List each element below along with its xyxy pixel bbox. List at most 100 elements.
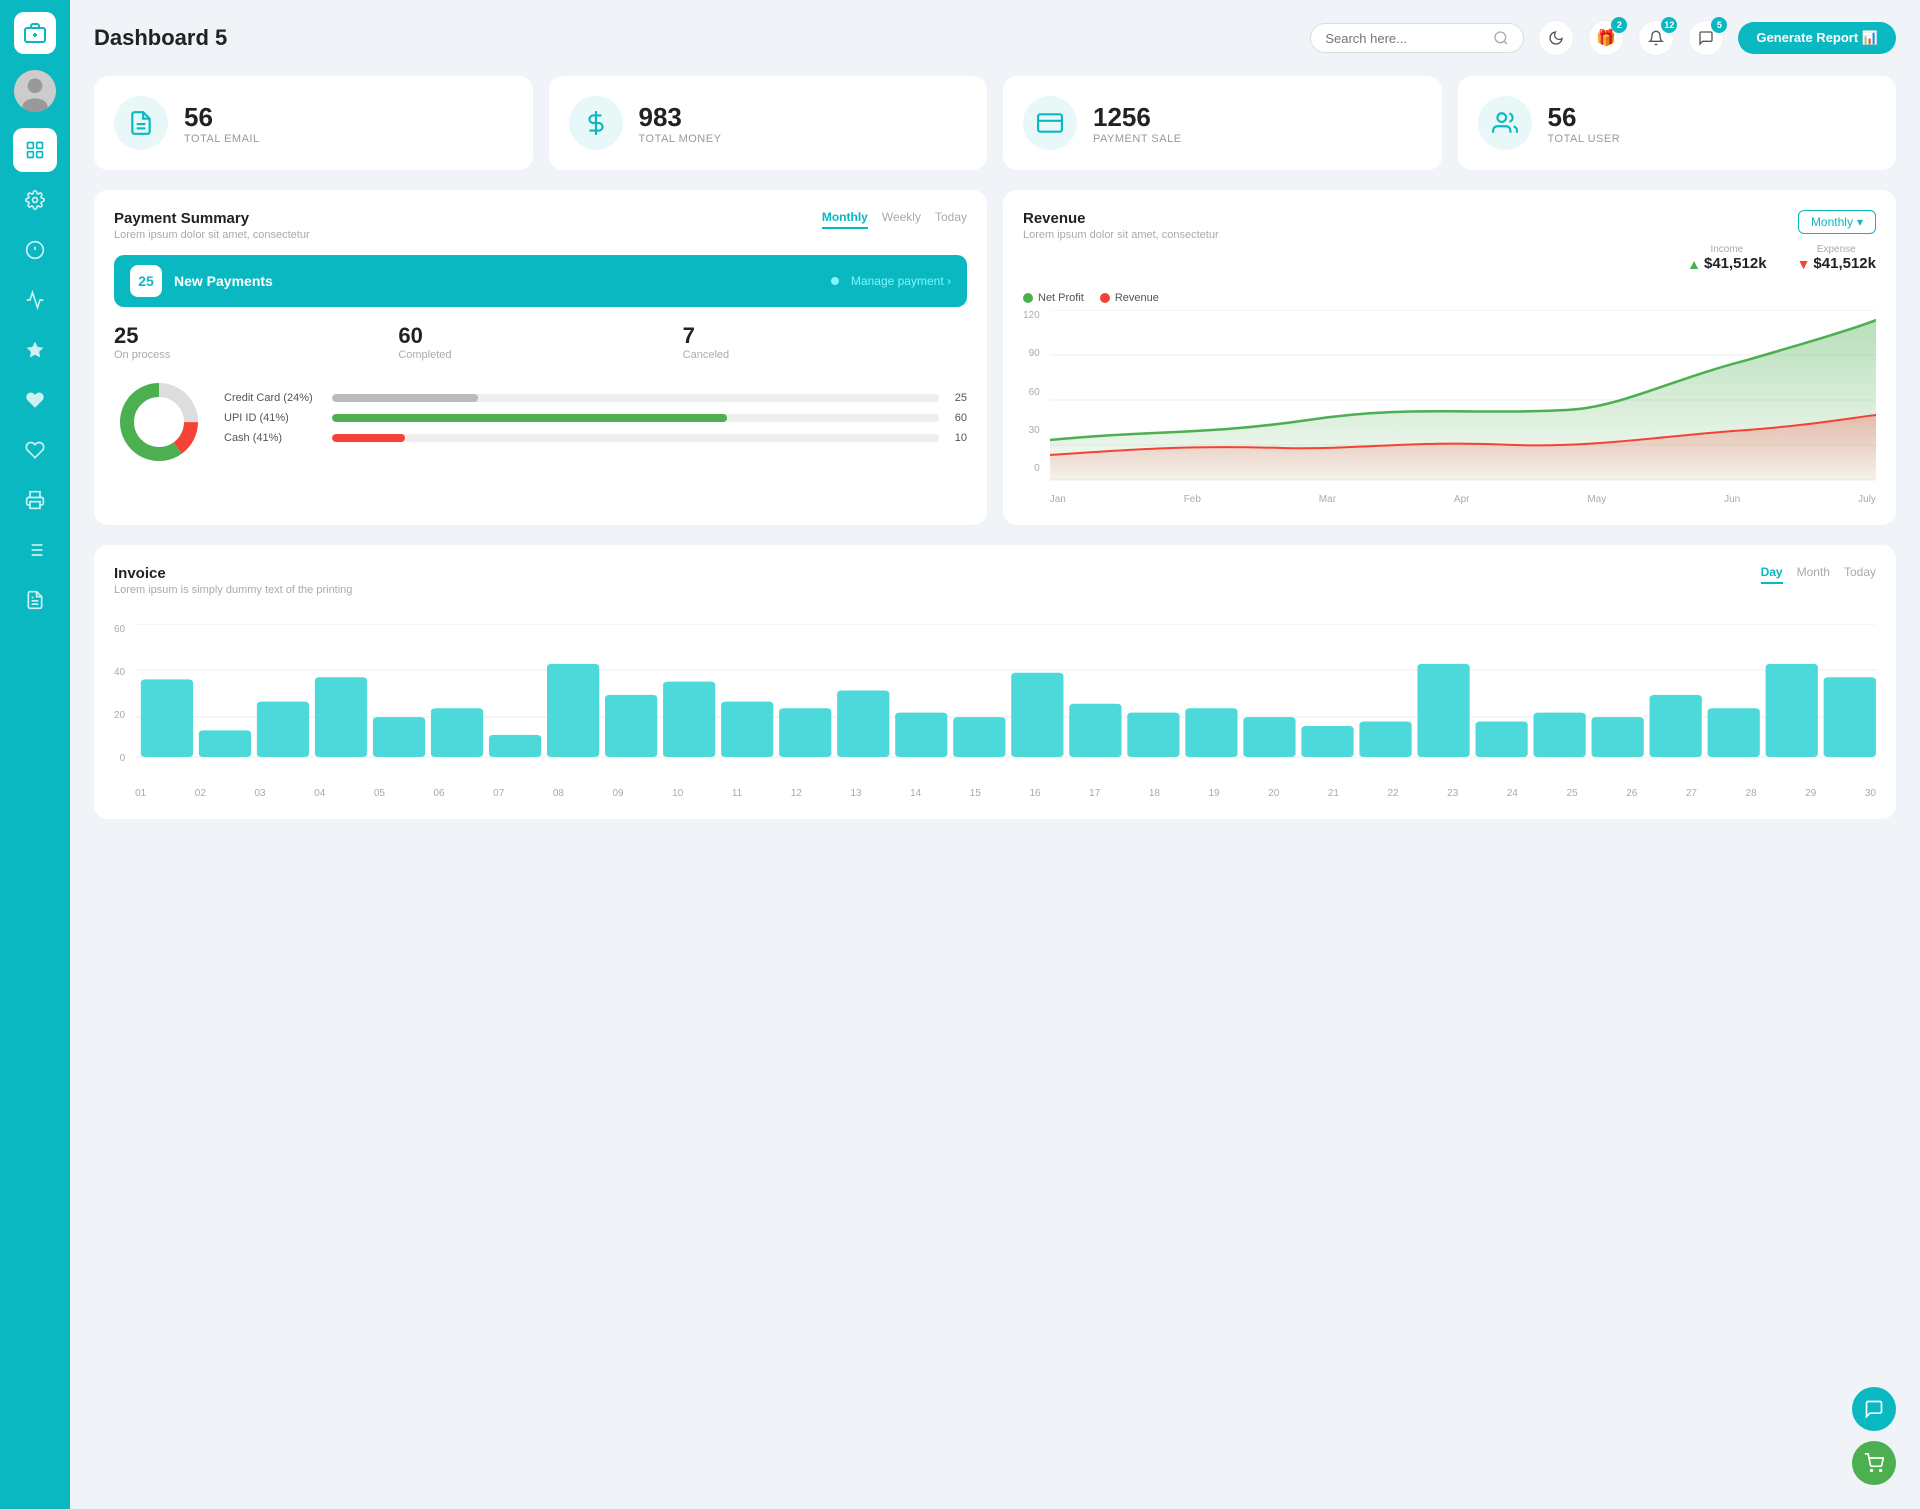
stat-completed: 60 Completed [398,323,682,361]
invoice-chart-container: 60 40 20 0 01020304050607080910111213141… [114,624,1876,799]
search-box[interactable] [1310,23,1524,53]
expense-item: Expense ▼ $41,512k [1797,244,1876,272]
sidebar-item-list[interactable] [13,528,57,572]
payment-summary-tabs: Monthly Weekly Today [822,210,967,229]
bell-btn[interactable]: 12 [1638,20,1674,56]
invoice-tab-month[interactable]: Month [1797,565,1830,584]
revenue-header: Revenue Lorem ipsum dolor sit amet, cons… [1023,210,1876,282]
revenue-subtitle: Lorem ipsum dolor sit amet, consectetur [1023,229,1219,241]
invoice-tab-day[interactable]: Day [1761,565,1783,584]
canceled-value: 7 [683,323,967,349]
chevron-down-icon: ▾ [1857,215,1863,229]
pb-cash-val: 10 [947,432,967,444]
tab-monthly[interactable]: Monthly [822,210,868,229]
invoice-header: Invoice Lorem ipsum is simply dummy text… [114,565,1876,610]
revenue-legend: Net Profit Revenue [1023,292,1876,304]
generate-report-button[interactable]: Generate Report 📊 [1738,22,1896,54]
payment-summary-title: Payment Summary [114,210,310,227]
completed-value: 60 [398,323,682,349]
pb-upi-track [332,414,939,422]
pb-upi-val: 60 [947,412,967,424]
sidebar-item-doc[interactable] [13,578,57,622]
stat-value-payment: 1256 [1093,102,1182,133]
stat-info-user: 56 TOTAL USER [1548,102,1621,145]
email-icon [114,96,168,150]
pb-cash-label: Cash (41%) [224,432,324,444]
user-icon [1478,96,1532,150]
stat-card-money: 983 TOTAL MONEY [549,76,988,170]
gift-badge: 2 [1611,17,1627,33]
stat-card-user: 56 TOTAL USER [1458,76,1897,170]
stat-on-process: 25 On process [114,323,398,361]
donut-row: Credit Card (24%) 25 UPI ID (41%) 60 [114,377,967,467]
revenue-card: Revenue Lorem ipsum dolor sit amet, cons… [1003,190,1896,525]
chat-badge: 5 [1711,17,1727,33]
revenue-label: Revenue [1115,292,1159,304]
page-title: Dashboard 5 [94,25,227,51]
middle-row: Payment Summary Lorem ipsum dolor sit am… [94,190,1896,525]
stat-info-email: 56 TOTAL EMAIL [184,102,260,145]
manage-payment-link[interactable]: Manage payment › [851,274,951,288]
sidebar-item-settings[interactable] [13,178,57,222]
pb-credit-label: Credit Card (24%) [224,392,324,404]
sidebar-item-heart2[interactable] [13,428,57,472]
net-profit-label: Net Profit [1038,292,1084,304]
main-content: Dashboard 5 🎁 2 12 5 Generate Report 📊 [70,0,1920,1509]
invoice-chart: 0102030405060708091011121314151617181920… [135,624,1876,799]
gift-btn[interactable]: 🎁 2 [1588,20,1624,56]
stat-canceled: 7 Canceled [683,323,967,361]
stat-info-payment: 1256 PAYMENT SALE [1093,102,1182,145]
payment-icon [1023,96,1077,150]
sidebar-logo[interactable] [14,12,56,54]
revenue-chart-wrap: 120 90 60 30 0 [1023,310,1876,505]
payment-summary-subtitle: Lorem ipsum dolor sit amet, consectetur [114,229,310,241]
stat-label-user: TOTAL USER [1548,133,1621,145]
invoice-x-axis: 0102030405060708091011121314151617181920… [135,784,1876,799]
stats-row: 56 TOTAL EMAIL 983 TOTAL MONEY 1256 PAYM… [94,76,1896,170]
bell-badge: 12 [1661,17,1677,33]
header: Dashboard 5 🎁 2 12 5 Generate Report 📊 [94,20,1896,56]
search-input[interactable] [1325,31,1485,46]
revenue-monthly-btn[interactable]: Monthly ▾ [1798,210,1876,234]
np-dot [831,277,839,285]
chat-btn[interactable]: 5 [1688,20,1724,56]
canceled-label: Canceled [683,349,967,361]
payment-summary-header: Payment Summary Lorem ipsum dolor sit am… [114,210,967,255]
sidebar-item-heart[interactable] [13,378,57,422]
legend-revenue: Revenue [1100,292,1159,304]
stat-info-money: 983 TOTAL MONEY [639,102,722,145]
theme-toggle-btn[interactable] [1538,20,1574,56]
invoice-y-axis: 60 40 20 0 [114,624,131,784]
sidebar-item-star[interactable] [13,328,57,372]
sidebar-item-print[interactable] [13,478,57,522]
invoice-title: Invoice [114,565,352,582]
user-avatar[interactable] [14,70,56,112]
tab-weekly[interactable]: Weekly [882,210,921,229]
search-icon [1493,30,1509,46]
pb-credit: Credit Card (24%) 25 [224,392,967,404]
stat-value-email: 56 [184,102,260,133]
chat-icon [1698,30,1714,46]
sidebar-item-chart[interactable] [13,278,57,322]
tab-today[interactable]: Today [935,210,967,229]
invoice-tab-today[interactable]: Today [1844,565,1876,584]
sidebar-item-info[interactable] [13,228,57,272]
legend-net-profit: Net Profit [1023,292,1084,304]
stat-label-email: TOTAL EMAIL [184,133,260,145]
pb-credit-val: 25 [947,392,967,404]
income-label: Income [1687,244,1766,255]
expense-label: Expense [1797,244,1876,255]
invoice-subtitle: Lorem ipsum is simply dummy text of the … [114,584,352,596]
new-payments-badge: 25 [130,265,162,297]
stat-card-email: 56 TOTAL EMAIL [94,76,533,170]
support-float-btn[interactable] [1852,1387,1896,1431]
sidebar-item-dashboard[interactable] [13,128,57,172]
y-axis-labels: 120 90 60 30 0 [1023,310,1046,490]
payment-stats: 25 On process 60 Completed 7 Canceled [114,323,967,361]
revenue-chart-container: 120 90 60 30 0 [1023,310,1876,505]
revenue-title: Revenue [1023,210,1219,227]
cart-float-btn[interactable] [1852,1441,1896,1485]
net-profit-dot [1023,293,1033,303]
stat-card-payment: 1256 PAYMENT SALE [1003,76,1442,170]
completed-label: Completed [398,349,682,361]
